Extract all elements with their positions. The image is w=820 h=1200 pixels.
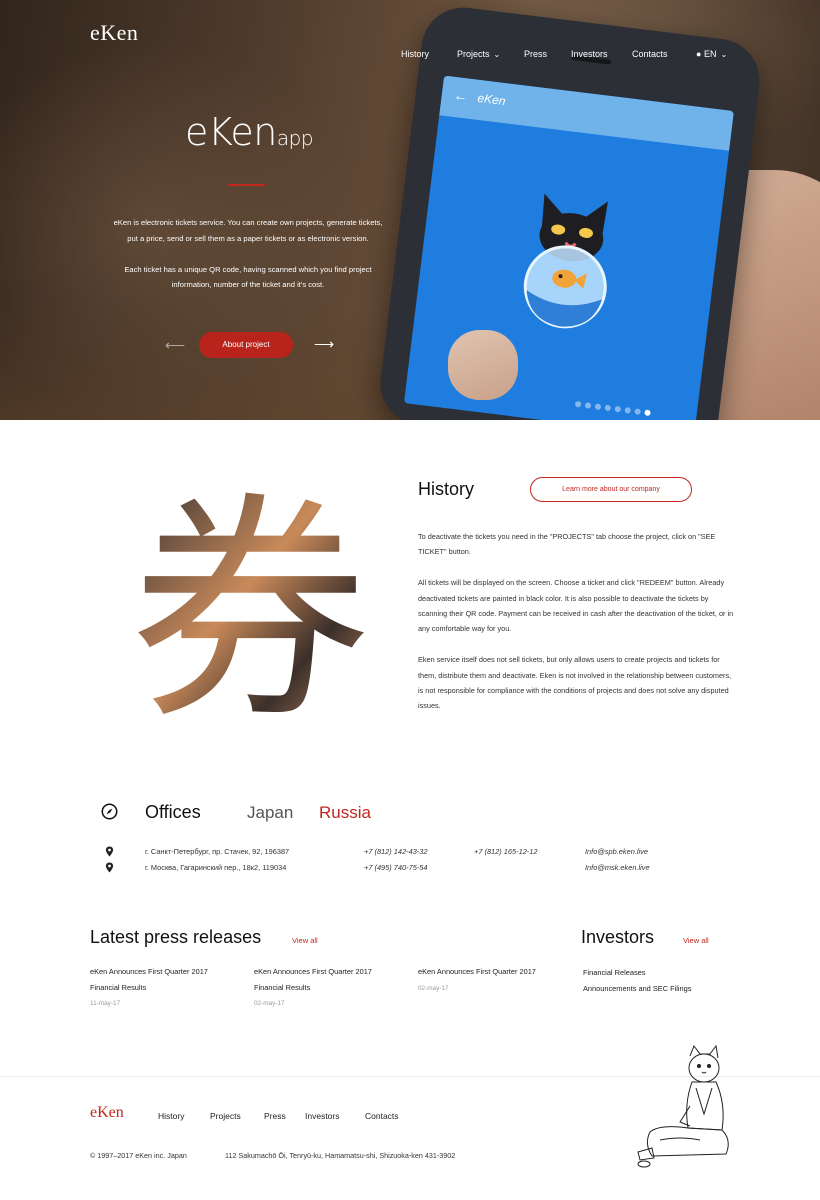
kanji-illustration: 券 [130, 472, 370, 730]
hero-paragraph: Each ticket has a unique QR code, having… [124, 264, 372, 290]
kimono-cat-illustration [637, 1044, 729, 1168]
press-title: Latest press releases [90, 927, 262, 947]
offices-title: Offices [145, 802, 201, 822]
title-divider [228, 184, 265, 186]
history-title: History [418, 479, 475, 499]
learn-more-button[interactable]: Learn more about our company [530, 477, 692, 502]
footer-logo[interactable]: eKen [90, 1104, 124, 1122]
hero-paragraph: eKen is electronic tickets service. You … [113, 218, 383, 243]
phone-image: ← eKen [375, 2, 765, 420]
prev-arrow-icon[interactable]: ⟵ [165, 337, 185, 354]
language-selector[interactable]: ● EN ⌄ [696, 49, 727, 59]
office-row: г. Москва, Гагаринский пер., 18к2, 11903… [105, 862, 665, 876]
hero-title-suffix: app [276, 126, 314, 150]
press-item-date: 02-may-17 [254, 1000, 285, 1007]
nav-item-investors[interactable]: Investors [571, 49, 608, 59]
press-item-date: 02-may-17 [418, 984, 449, 992]
chevron-down-icon: ⌄ [720, 50, 728, 59]
investors-link[interactable]: Announcements and SEC Filings [583, 984, 691, 993]
tab-japan[interactable]: Japan [247, 803, 293, 823]
copyright-text: © 1997–2017 eKen inc. Japan [90, 1151, 187, 1160]
history-paragraph: Eken service itself does not sell ticket… [418, 655, 732, 711]
history-text: To deactivate the tickets you need in th… [418, 529, 736, 729]
nav-item-projects-label: Projects [457, 49, 490, 59]
phone-appbar: ← eKen [439, 75, 734, 151]
press-item[interactable]: eKen Announces First Quarter 2017 Financ… [90, 964, 230, 1012]
about-project-button[interactable]: About project [199, 332, 293, 358]
office-address: г. Москва, Гагаринский пер., 18к2, 11903… [145, 863, 287, 872]
nav-item-history[interactable]: History [401, 49, 429, 59]
main-nav: History Projects ⌄ Press Investors Contac… [0, 22, 820, 59]
investors-title: Investors [581, 927, 655, 947]
office-address: г. Санкт-Петербург, пр. Стачек, 92, 1963… [145, 847, 290, 856]
office-email[interactable]: Info@msk.eken.live [585, 863, 650, 872]
kanji-glyph: 券 [130, 472, 370, 730]
press-item[interactable]: eKen Announces First Quarter 2017 Financ… [254, 964, 394, 1012]
compass-icon [101, 803, 118, 820]
office-phone[interactable]: +7 (495) 740-75-54 [364, 863, 427, 872]
nav-item-projects[interactable]: Projects ⌄ [457, 49, 500, 59]
footer-nav-contacts[interactable]: Contacts [365, 1111, 399, 1121]
cat-fishbowl-illustration [523, 193, 609, 329]
next-arrow-icon[interactable]: ⟶ [314, 336, 334, 353]
press-item[interactable]: eKen Announces First Quarter 2017 02-may… [418, 964, 568, 996]
chevron-down-icon: ⌄ [493, 50, 501, 59]
history-paragraph: To deactivate the tickets you need in th… [418, 532, 716, 557]
footer-nav-investors[interactable]: Investors [305, 1111, 340, 1121]
press-item-title: eKen Announces First Quarter 2017 [418, 967, 536, 976]
phone-app-title: eKen [476, 90, 507, 109]
location-pin-icon [105, 846, 114, 857]
press-item-date: 11-may-17 [90, 1000, 121, 1007]
location-pin-icon [105, 862, 114, 873]
office-row: г. Санкт-Петербург, пр. Стачек, 92, 1963… [105, 846, 665, 860]
history-paragraph: All tickets will be displayed on the scr… [418, 578, 734, 634]
phone-page-dots [574, 394, 656, 420]
thumb-image [448, 330, 518, 400]
company-address: 112 Sakumachō Ōi, Tenryū-ku, Hamamatsu-s… [225, 1151, 456, 1160]
nav-item-press[interactable]: Press [524, 49, 547, 59]
office-phone[interactable]: +7 (812) 142-43-32 [364, 847, 427, 856]
press-item-title: eKen Announces First Quarter 2017 Financ… [254, 967, 372, 992]
office-phone[interactable]: +7 (812) 165-12-12 [474, 847, 537, 856]
globe-icon: ● [696, 49, 702, 59]
hero-section: ← eKen eKen History Projects ⌄ Press Inv… [0, 0, 820, 420]
footer-nav-press[interactable]: Press [264, 1111, 286, 1121]
nav-item-contacts[interactable]: Contacts [632, 49, 668, 59]
footer-nav-history[interactable]: History [158, 1111, 184, 1121]
footer-nav-projects[interactable]: Projects [210, 1111, 241, 1121]
tab-russia[interactable]: Russia [319, 803, 371, 823]
hero-title-main: eKen [185, 110, 277, 154]
press-item-title: eKen Announces First Quarter 2017 Financ… [90, 967, 208, 992]
back-arrow-icon: ← [452, 86, 469, 105]
investors-link[interactable]: Financial Releases [583, 968, 645, 977]
press-view-all-link[interactable]: View all [292, 936, 318, 945]
investors-view-all-link[interactable]: View all [683, 936, 709, 945]
hero-description: eKen is electronic tickets service. You … [110, 215, 386, 308]
office-email[interactable]: Info@spb.eken.live [585, 847, 648, 856]
language-label: EN [703, 49, 717, 59]
hero-title: eKenapp [185, 110, 314, 154]
